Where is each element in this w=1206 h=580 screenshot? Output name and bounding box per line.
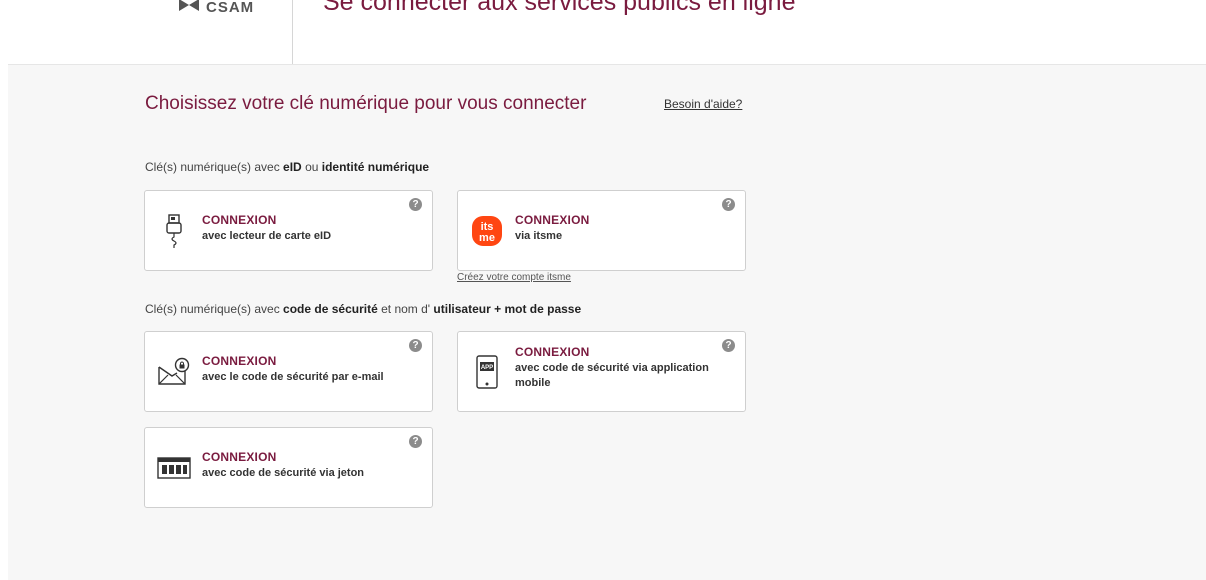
header-title: Se connecter aux services publics en lig…	[323, 0, 796, 16]
logo-text: CSAM	[206, 0, 255, 16]
csam-logo[interactable]: CSAM	[178, 0, 254, 20]
itsme-icon-text-bottom: me	[479, 232, 495, 244]
section-prefix: Clé(s) numérique(s) avec	[145, 302, 284, 316]
section-middle: ou	[301, 160, 322, 174]
mobile-app-icon: APP	[470, 354, 504, 390]
card-subtitle: via itsme	[515, 230, 563, 242]
help-icon[interactable]: ?	[409, 435, 422, 448]
section-label-eid: Clé(s) numérique(s) avec eID ou identité…	[145, 160, 429, 174]
flag-icon	[178, 0, 200, 18]
connect-email-code-card[interactable]: ? CONNEXION avec le code de sécurité par…	[144, 331, 433, 412]
card-title: CONNEXION	[202, 450, 277, 464]
token-icon	[157, 450, 191, 486]
section-middle: et nom d'	[377, 302, 434, 316]
main-panel: Choisissez votre clé numérique pour vous…	[8, 64, 1206, 580]
email-lock-icon	[157, 354, 191, 390]
help-icon[interactable]: ?	[409, 198, 422, 211]
connect-token-card[interactable]: ? CONNEXION avec code de sécurité via je…	[144, 427, 433, 508]
header: CSAM Se connecter aux services publics e…	[0, 0, 1206, 64]
card-title: CONNEXION	[202, 213, 277, 227]
section-bold-digital-identity: identité numérique	[321, 160, 430, 174]
header-divider	[292, 0, 293, 64]
create-itsme-account-link[interactable]: Créez votre compte itsme	[457, 272, 571, 283]
card-reader-icon	[157, 213, 191, 249]
section-label-security-code: Clé(s) numérique(s) avec code de sécurit…	[145, 302, 581, 316]
connect-eid-reader-card[interactable]: ? CONNEXION avec lecteur de carte eID	[144, 190, 433, 271]
section-bold-username-password: utilisateur + mot de passe	[433, 302, 582, 316]
section-bold-security-code: code de sécurité	[283, 302, 378, 316]
section-prefix: Clé(s) numérique(s) avec	[145, 160, 284, 174]
connect-itsme-card[interactable]: ? its me CONNEXION via itsme	[457, 190, 746, 271]
card-subtitle: avec code de sécurité via application mo…	[515, 362, 709, 389]
itsme-logo-icon: its me	[470, 213, 504, 249]
page-title: Choisissez votre clé numérique pour vous…	[145, 93, 587, 114]
connect-mobile-app-card[interactable]: ? APP CONNEXION avec code de sécurité vi…	[457, 331, 746, 412]
section-bold-eid: eID	[283, 160, 302, 174]
app-icon-text: APP	[481, 365, 493, 371]
help-icon[interactable]: ?	[722, 198, 735, 211]
card-title: CONNEXION	[202, 354, 277, 368]
help-icon[interactable]: ?	[409, 339, 422, 352]
card-title: CONNEXION	[515, 345, 590, 359]
card-subtitle: avec lecteur de carte eID	[202, 230, 332, 242]
card-subtitle: avec le code de sécurité par e-mail	[202, 371, 384, 383]
help-icon[interactable]: ?	[722, 339, 735, 352]
card-title: CONNEXION	[515, 213, 590, 227]
card-subtitle: avec code de sécurité via jeton	[202, 467, 365, 479]
help-link[interactable]: Besoin d'aide?	[664, 97, 742, 111]
